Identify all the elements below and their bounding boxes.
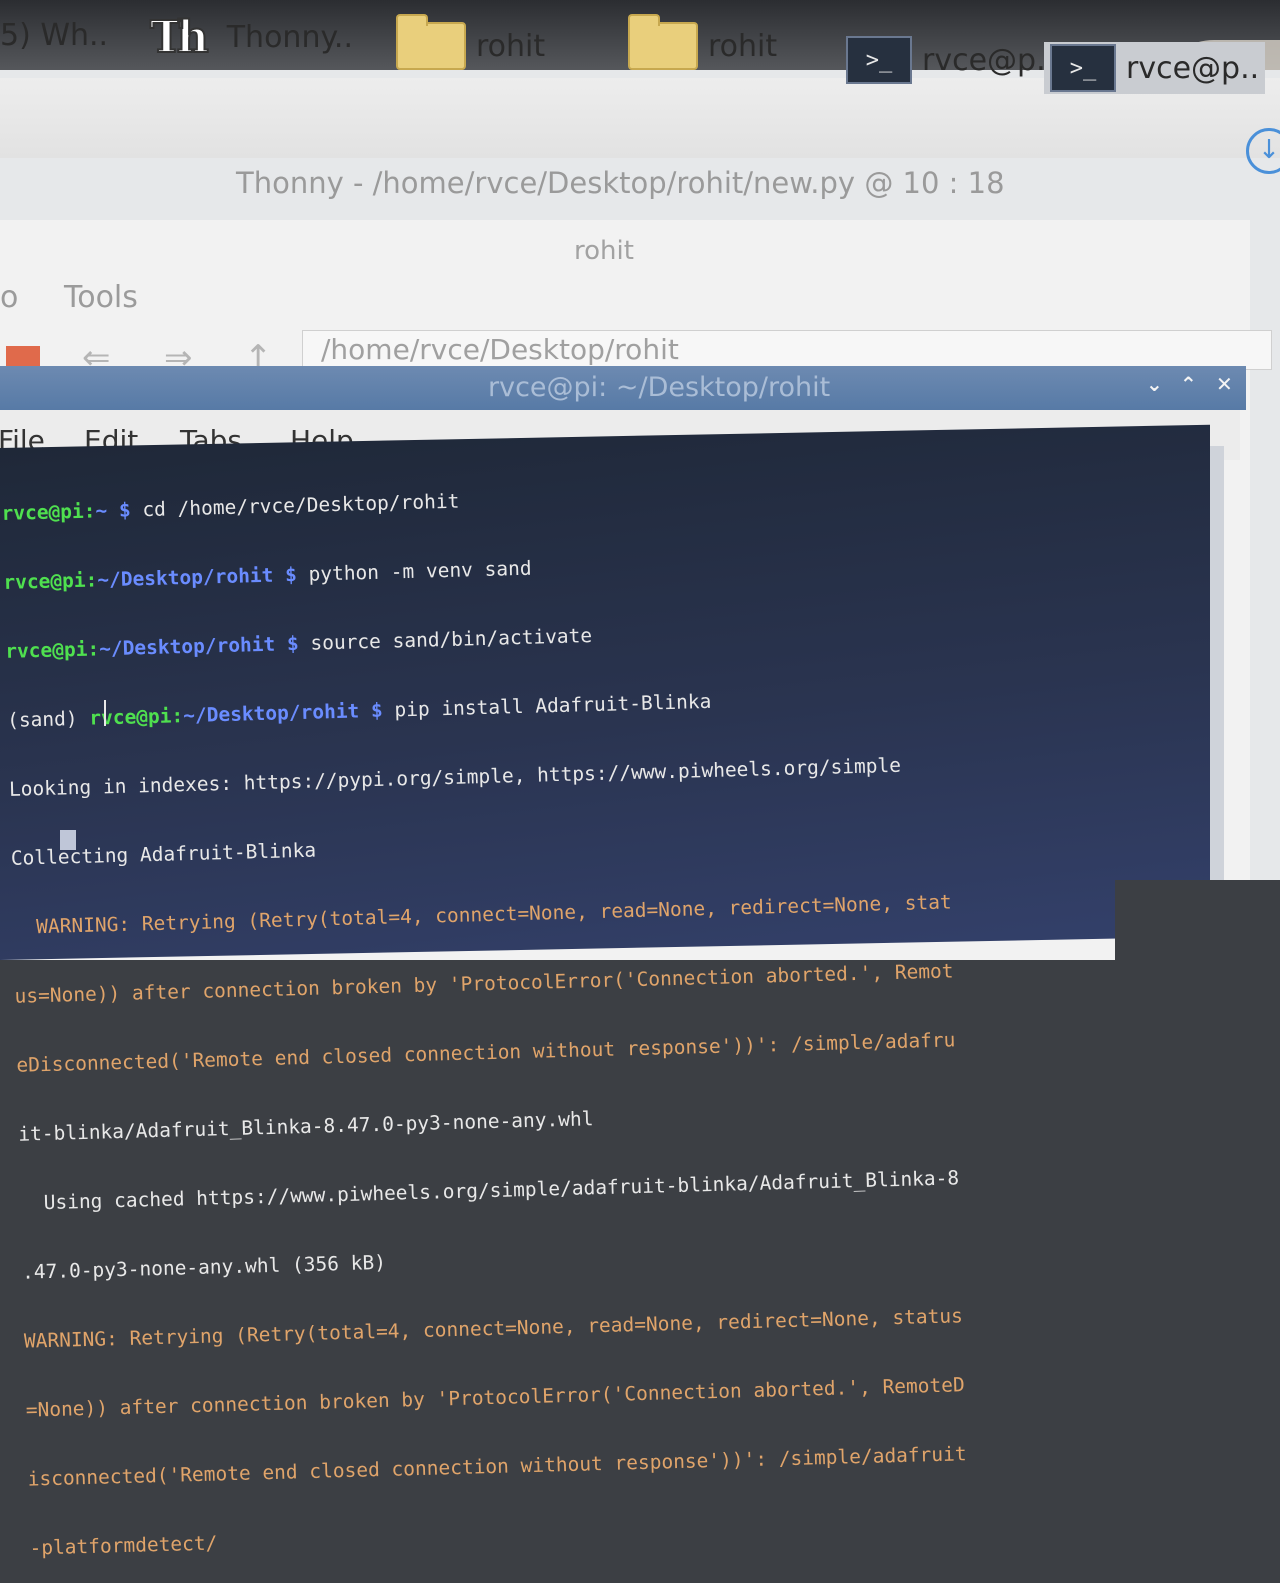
folder-icon — [628, 14, 698, 70]
terminal-warning-line: WARNING: Retrying (Retry(total=4, connec… — [12, 890, 952, 939]
mouse-ibeam-cursor-icon — [104, 700, 106, 726]
folder-icon — [396, 14, 466, 70]
terminal-warning-line: isconnected('Remote end closed connectio… — [27, 1442, 967, 1491]
taskbar-item-label: rvce@p.. — [922, 42, 1056, 78]
terminal-line: rvce@pi:~ $ cd /home/rvce/Desktop/rohit — [1, 489, 460, 525]
terminal-warning-line: us=None)) after connection broken by 'Pr… — [14, 959, 954, 1008]
file-manager-menu-go[interactable]: o — [0, 280, 18, 315]
taskbar-item-folder-rohit-2[interactable]: rohit — [628, 14, 778, 70]
terminal-scrollbar[interactable] — [1210, 446, 1224, 886]
terminal-line: Collecting Adafruit-Blinka — [10, 838, 317, 870]
terminal-icon: >_ — [1050, 44, 1116, 92]
terminal-line: it-blinka/Adafruit_Blinka-8.47.0-py3-non… — [18, 1107, 594, 1146]
terminal-line: .47.0-py3-none-any.whl (356 kB) — [21, 1250, 387, 1284]
terminal-icon: >_ — [846, 36, 912, 84]
terminal-line: (sand) rvce@pi:~/Desktop/rohit $ pip ins… — [6, 689, 712, 732]
taskbar-item-terminal-2[interactable]: >_ rvce@p.. — [1044, 42, 1266, 94]
thonny-window-title: Thonny - /home/rvce/Desktop/rohit/new.py… — [236, 166, 1005, 200]
thonny-icon: Th — [149, 11, 210, 64]
taskbar-item-terminal-1[interactable]: >_ rvce@p.. — [846, 36, 1055, 84]
taskbar-item-thonny[interactable]: Th Thonny.. — [149, 11, 354, 64]
monitor-bezel-bottom-right — [1115, 880, 1280, 960]
maximize-icon[interactable]: ⌃ — [1180, 372, 1197, 396]
taskbar-item-label: rohit — [708, 28, 778, 64]
taskbar-item-label: Thonny.. — [226, 20, 354, 55]
path-input[interactable]: /home/rvce/Desktop/rohit — [302, 330, 1272, 370]
terminal-warning-line: WARNING: Retrying (Retry(total=4, connec… — [23, 1304, 964, 1353]
terminal-line: Using cached https://www.piwheels.org/si… — [19, 1166, 960, 1215]
minimize-icon[interactable]: ⌄ — [1146, 372, 1163, 396]
terminal-warning-line: eDisconnected('Remote end closed connect… — [16, 1028, 956, 1077]
terminal-line: rvce@pi:~/Desktop/rohit $ source sand/bi… — [4, 624, 593, 663]
terminal-lines: rvce@pi:~ $ cd /home/rvce/Desktop/rohit … — [0, 424, 1210, 1583]
terminal-title: rvce@pi: ~/Desktop/rohit — [488, 372, 831, 403]
taskbar-item-folder-rohit-1[interactable]: rohit — [396, 14, 546, 70]
file-manager-menu-tools[interactable]: Tools — [64, 280, 138, 315]
file-manager-title: rohit — [574, 236, 634, 266]
close-icon[interactable]: ✕ — [1216, 372, 1233, 396]
taskbar-item-label: rohit — [476, 28, 546, 64]
taskbar-item-label: 5) Wh.. — [0, 18, 109, 53]
taskbar-item-label: rvce@p.. — [1126, 50, 1260, 86]
terminal-line: rvce@pi:~/Desktop/rohit $ python -m venv… — [3, 556, 532, 594]
terminal-line: Looking in indexes: https://pypi.org/sim… — [8, 753, 902, 801]
taskbar-item-whatsapp[interactable]: 5) Wh.. — [0, 18, 108, 53]
terminal-warning-line: -platformdetect/ — [29, 1531, 218, 1560]
terminal-cursor — [60, 830, 76, 850]
terminal-warning-line: =None)) after connection broken by 'Prot… — [25, 1373, 965, 1422]
